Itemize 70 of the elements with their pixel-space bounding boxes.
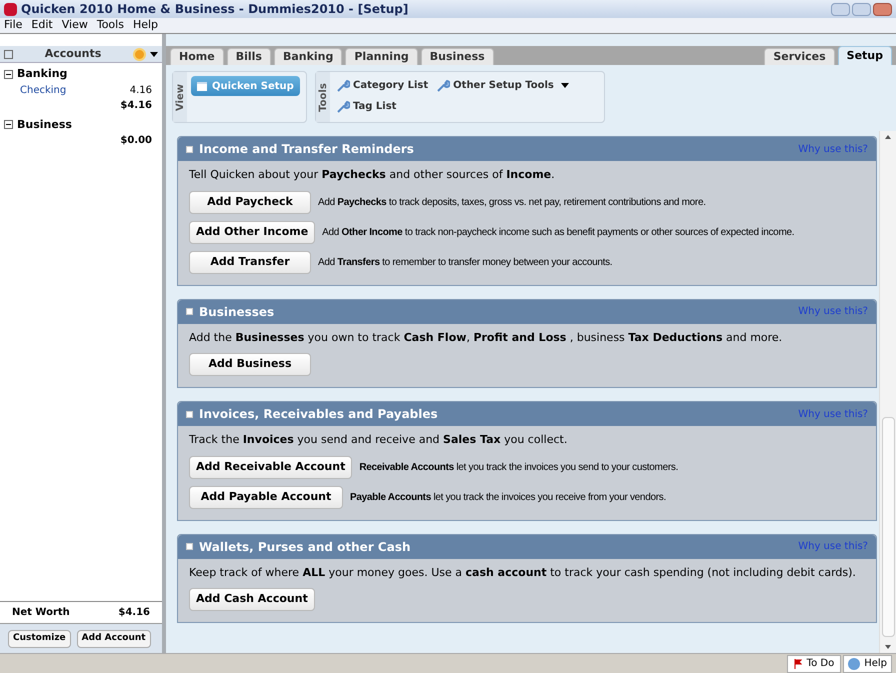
- tab[interactable]: Services: [764, 48, 835, 65]
- flag-icon: [794, 658, 802, 668]
- tool-link[interactable]: Tag List: [336, 99, 396, 114]
- menu-item[interactable]: View: [62, 17, 88, 34]
- scroll-thumb[interactable]: [882, 417, 894, 637]
- panel-icon: [197, 82, 207, 90]
- action-button[interactable]: Add Other Income: [189, 220, 316, 244]
- action-button[interactable]: Add Paycheck: [189, 190, 311, 214]
- sidebar-button[interactable]: Customize: [8, 630, 71, 648]
- person-icon: [848, 658, 860, 670]
- todo-button[interactable]: To Do: [786, 654, 842, 672]
- menu-item[interactable]: File: [4, 17, 22, 34]
- close-button[interactable]: [873, 2, 892, 16]
- expand-toggle[interactable]: [4, 70, 13, 79]
- net-worth-value: $4.16: [118, 606, 150, 620]
- action-button[interactable]: Add Receivable Account: [189, 456, 352, 478]
- scroll-down-icon[interactable]: [885, 645, 891, 649]
- expand-toggle[interactable]: [4, 120, 13, 130]
- tab[interactable]: Planning: [345, 48, 418, 65]
- tab[interactable]: Bills: [226, 48, 271, 65]
- action-description: Payable Accounts let you track the invoices you receive from your vendors.: [350, 490, 666, 504]
- menu-item[interactable]: Help: [132, 17, 158, 34]
- net-worth-label: Net Worth: [12, 606, 70, 620]
- group-total: $4.16: [120, 98, 152, 112]
- action-button[interactable]: Add Transfer: [189, 250, 311, 274]
- wrench-icon: [436, 78, 450, 92]
- action-description: Receivable Accounts let you track the invoices you send to your customers.: [359, 460, 678, 474]
- tab[interactable]: Business: [420, 48, 494, 65]
- tool-link[interactable]: Other Setup Tools: [436, 78, 569, 93]
- tab[interactable]: Setup: [838, 46, 892, 65]
- section-title: Businesses: [199, 304, 274, 320]
- tab[interactable]: Home: [170, 48, 224, 65]
- restore-button[interactable]: [852, 2, 871, 16]
- wrench-icon: [336, 78, 350, 92]
- section-intro: Keep track of where ALL your money goes. Use a cash account to track your cash spending (not including debit cards).: [189, 564, 857, 580]
- section-intro: Add the Businesses you own to track Cash Flow, Profit and Loss , business Tax Deductions and more.: [189, 330, 784, 346]
- sidebar-button[interactable]: Add Account: [76, 630, 151, 648]
- view-label: View: [174, 84, 186, 110]
- menu-item[interactable]: Tools: [96, 17, 124, 34]
- scroll-up-icon[interactable]: [885, 135, 891, 139]
- caret-icon[interactable]: [150, 52, 158, 56]
- menu-item[interactable]: Edit: [31, 17, 53, 34]
- help-button[interactable]: Help: [843, 654, 892, 672]
- action-button[interactable]: Add Cash Account: [189, 588, 315, 611]
- section-intro: Track the Invoices you send and receive and Sales Tax you collect.: [189, 432, 568, 448]
- app-logo-icon: [4, 2, 17, 16]
- group-total: $0.00: [120, 134, 152, 148]
- action-description: Add Paychecks to track deposits, taxes, gross vs. net pay, retirement contributions and more.: [318, 196, 706, 210]
- minimize-button[interactable]: [831, 2, 850, 16]
- account-group-name[interactable]: Business: [17, 116, 72, 133]
- account-group-name[interactable]: Banking: [17, 66, 68, 82]
- account-balance: 4.16: [130, 84, 152, 98]
- section-title: Income and Transfer Reminders: [199, 141, 414, 158]
- window-title: Quicken 2010 Home & Business - Dummies2010 - [Setup]: [21, 1, 408, 18]
- section-title: Invoices, Receivables and Payables: [199, 406, 438, 423]
- accounts-dropdown[interactable]: Accounts: [17, 46, 129, 62]
- action-button[interactable]: Add Payable Account: [189, 486, 343, 508]
- tools-label: Tools: [316, 82, 330, 112]
- tab[interactable]: Banking: [274, 48, 342, 65]
- wrench-icon: [336, 100, 350, 114]
- action-description: Add Other Income to track non-paycheck income such as benefit payments or other sources of expected income.: [322, 226, 794, 240]
- action-description: Add Transfers to remember to transfer money between your accounts.: [318, 256, 612, 270]
- collapse-icon[interactable]: [4, 50, 13, 58]
- account-name[interactable]: Checking: [20, 82, 66, 98]
- section-title: Wallets, Purses and other Cash: [199, 538, 410, 556]
- scrollbar[interactable]: [879, 131, 896, 653]
- tool-link[interactable]: Category List: [336, 78, 428, 93]
- action-button[interactable]: Add Business: [189, 353, 311, 376]
- section-intro: Tell Quicken about your Paychecks and other sources of Income.: [189, 167, 556, 183]
- caret-icon: [560, 83, 569, 88]
